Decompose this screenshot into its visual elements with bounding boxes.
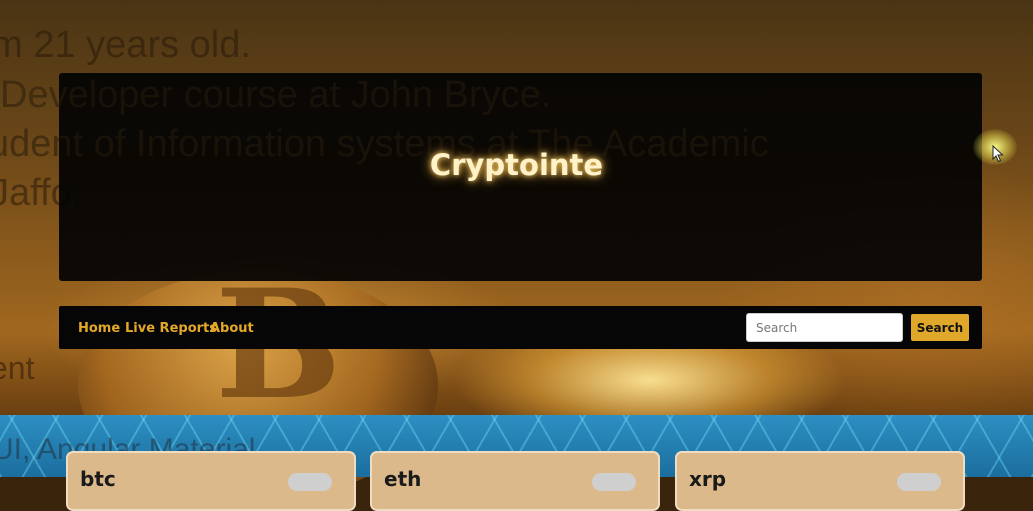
- coin-symbol: eth: [384, 467, 422, 491]
- navbar: Home Live Reports About Search: [59, 306, 982, 349]
- coin-card[interactable]: eth: [370, 451, 660, 511]
- coin-toggle[interactable]: [592, 473, 636, 491]
- coin-symbol: xrp: [689, 467, 727, 491]
- coin-toggle[interactable]: [897, 473, 941, 491]
- search-input[interactable]: [746, 313, 903, 342]
- nav-link-about[interactable]: About: [210, 321, 254, 336]
- site-title: Cryptointe: [429, 148, 604, 182]
- coin-card[interactable]: btc: [66, 451, 356, 511]
- coin-symbol: btc: [80, 467, 116, 491]
- search-button[interactable]: Search: [911, 314, 969, 341]
- coin-toggle[interactable]: [288, 473, 332, 491]
- nav-link-live-reports[interactable]: Live Reports: [125, 321, 217, 336]
- nav-link-home[interactable]: Home: [78, 321, 120, 336]
- background-text-line: ent: [0, 350, 35, 386]
- mouse-cursor-icon: [992, 145, 1004, 163]
- coin-card[interactable]: xrp: [675, 451, 965, 511]
- background-text-line: am 21 years old.: [0, 24, 251, 66]
- background-text-line-overlay: Developer course at John Bryce.: [0, 74, 552, 116]
